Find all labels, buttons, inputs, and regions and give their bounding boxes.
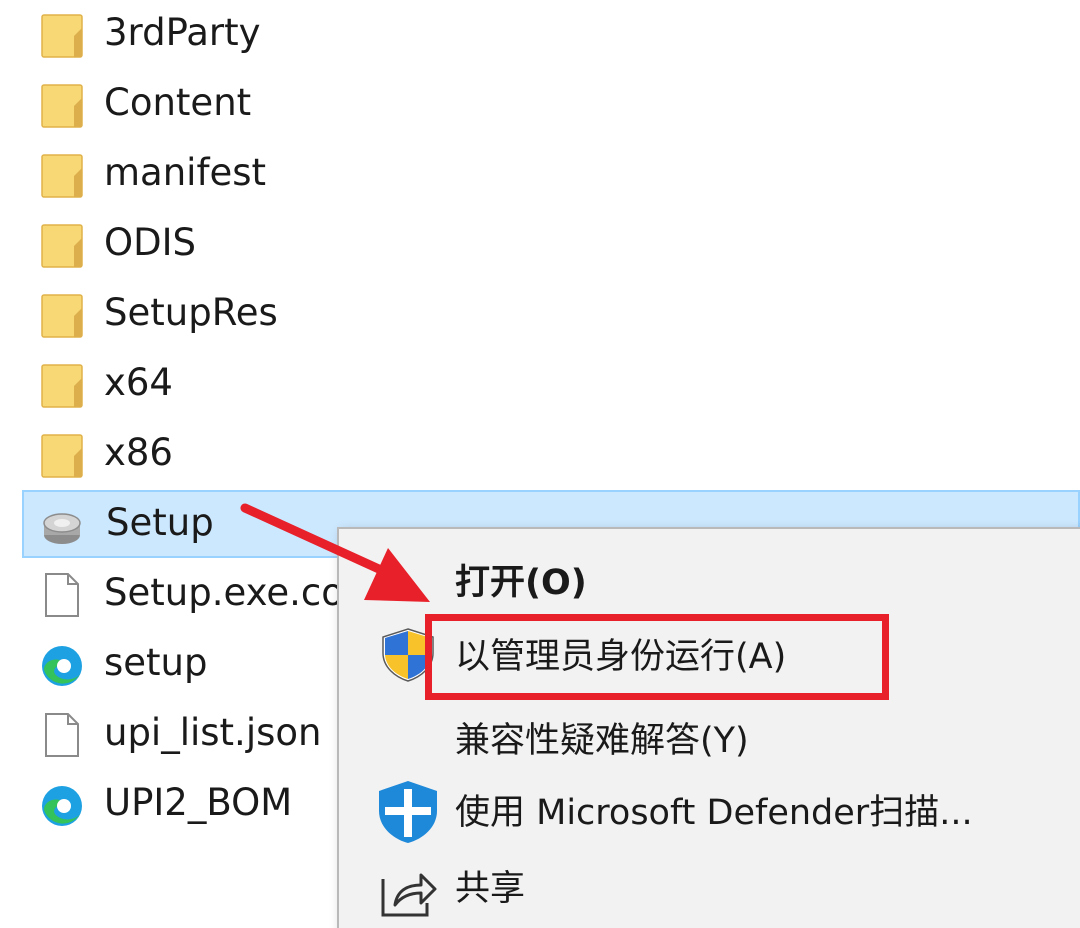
annotation-arrow [240,503,430,602]
explorer-view: 3rdParty Content manifest ODIS SetupRes … [0,0,1080,928]
